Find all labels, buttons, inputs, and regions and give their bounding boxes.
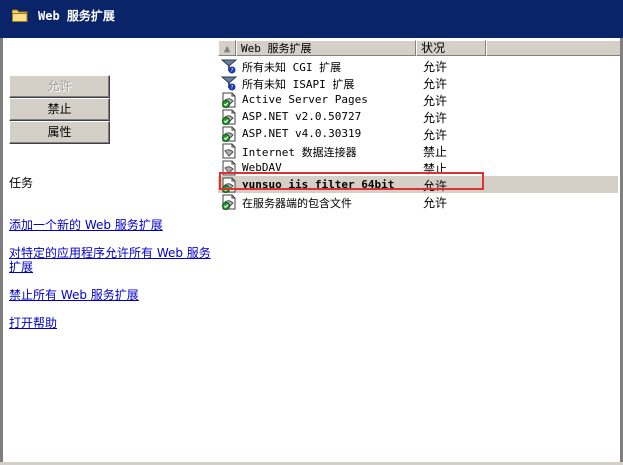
list-item[interactable]: ? 所有未知 ISAPI 扩展 允许 bbox=[218, 74, 618, 91]
extension-status: 允许 bbox=[423, 196, 448, 210]
extension-name: ASP.NET v4.0.30319 bbox=[242, 127, 362, 140]
unknown-extension-icon: ? bbox=[221, 59, 237, 74]
allowed-extension-icon bbox=[222, 92, 236, 108]
column-header-filler bbox=[486, 40, 620, 56]
properties-button[interactable]: 属性 bbox=[9, 121, 110, 144]
title-bar: Web 服务扩展 bbox=[0, 0, 623, 38]
allowed-extension-icon bbox=[222, 194, 236, 210]
tasks-heading: 任务 bbox=[9, 176, 34, 190]
list-item[interactable]: ? 所有未知 CGI 扩展 允许 bbox=[218, 57, 618, 74]
list-item[interactable]: ASP.NET v4.0.30319 允许 bbox=[218, 125, 618, 142]
list-item[interactable]: Active Server Pages 允许 bbox=[218, 91, 618, 108]
open-help-link[interactable]: 打开帮助 bbox=[9, 316, 214, 330]
allow-all-for-app-link[interactable]: 对特定的应用程序允许所有 Web 服务扩展 bbox=[9, 246, 214, 274]
extension-name: ASP.NET v2.0.50727 bbox=[242, 110, 362, 123]
prohibit-button[interactable]: 禁止 bbox=[9, 98, 110, 121]
column-header-status[interactable]: 状况 bbox=[416, 40, 486, 56]
extension-status: 禁止 bbox=[423, 145, 448, 159]
column-header-name[interactable]: Web 服务扩展 bbox=[236, 40, 416, 56]
sort-indicator-icon[interactable]: ▲ bbox=[218, 40, 236, 56]
extension-status: 允许 bbox=[423, 77, 448, 91]
list-item[interactable]: 在服务器端的包含文件 允许 bbox=[218, 193, 618, 210]
extension-name: 在服务器端的包含文件 bbox=[242, 197, 352, 210]
extension-name: 所有未知 ISAPI 扩展 bbox=[242, 78, 355, 91]
extension-status: 允许 bbox=[423, 60, 448, 74]
window-title: Web 服务扩展 bbox=[38, 9, 115, 23]
prohibit-all-link[interactable]: 禁止所有 Web 服务扩展 bbox=[9, 288, 214, 302]
extension-name: Internet 数据连接器 bbox=[242, 146, 357, 159]
extension-status: 允许 bbox=[423, 111, 448, 125]
folder-icon bbox=[12, 9, 28, 22]
extensions-list[interactable]: ▲ Web 服务扩展 状况 ? 所有未知 CGI 扩展 允许? 所有未知 ISAPI … bbox=[216, 38, 620, 462]
left-frame bbox=[0, 38, 3, 465]
highlight-box bbox=[219, 172, 484, 190]
extension-status: 允许 bbox=[423, 128, 448, 142]
unknown-extension-icon: ? bbox=[221, 76, 237, 91]
list-item[interactable]: ASP.NET v2.0.50727 允许 bbox=[218, 108, 618, 125]
extension-name: Active Server Pages bbox=[242, 93, 368, 106]
allow-button[interactable]: 允许 bbox=[9, 75, 110, 98]
extension-status: 允许 bbox=[423, 94, 448, 108]
allowed-extension-icon bbox=[222, 126, 236, 142]
extension-name: 所有未知 CGI 扩展 bbox=[242, 61, 342, 74]
prohibited-extension-icon bbox=[222, 143, 236, 159]
list-item[interactable]: Internet 数据连接器 禁止 bbox=[218, 142, 618, 159]
add-extension-link[interactable]: 添加一个新的 Web 服务扩展 bbox=[9, 218, 214, 232]
allowed-extension-icon bbox=[222, 109, 236, 125]
